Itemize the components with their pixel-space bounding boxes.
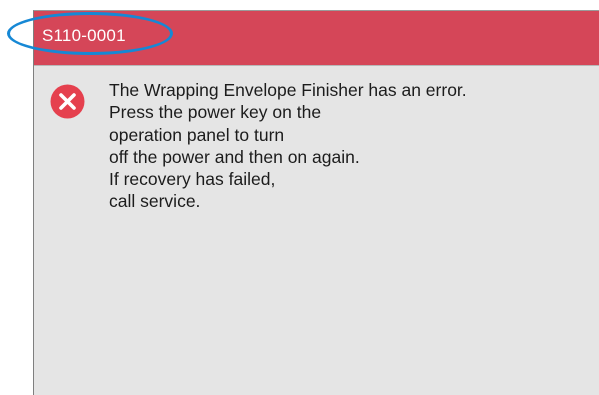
error-x-icon	[50, 84, 85, 119]
message-line: If recovery has failed,	[109, 169, 276, 190]
message-line: The Wrapping Envelope Finisher has an er…	[109, 80, 467, 100]
error-message: The Wrapping Envelope Finisher has an er…	[109, 79, 589, 213]
message-line: call service.	[109, 191, 201, 212]
message-line: operation panel to turn	[109, 124, 285, 145]
message-line: Press the power key on the	[109, 102, 322, 123]
message-line: off the power and then on again.	[109, 146, 360, 167]
error-dialog: S110-0001 The Wrapping Envelope Finisher…	[33, 10, 599, 395]
error-code-highlight-ring	[7, 12, 173, 55]
